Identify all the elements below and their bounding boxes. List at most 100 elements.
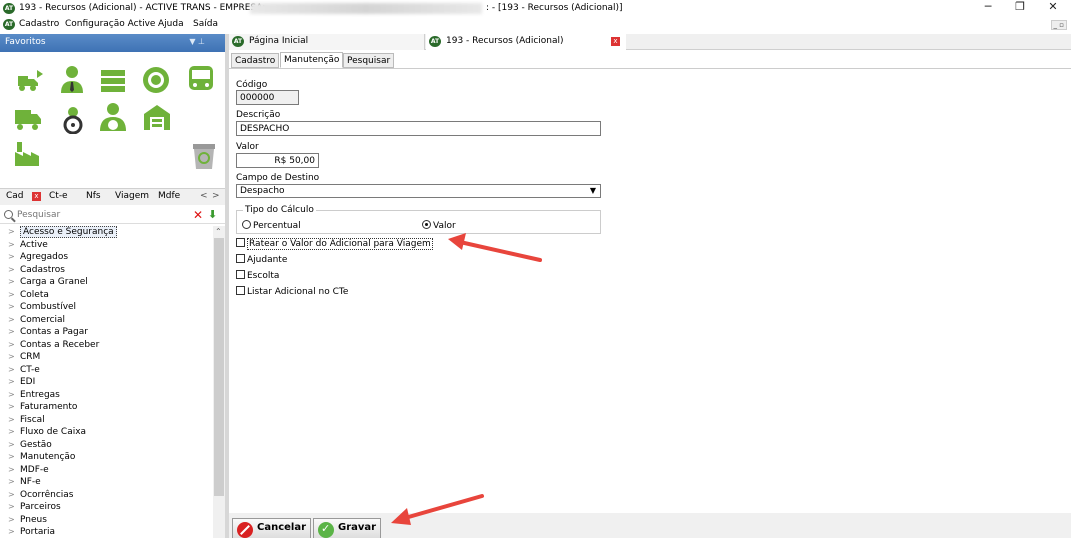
save-button[interactable]: Gravar — [313, 518, 382, 538]
tree-item[interactable]: > CT-e — [8, 364, 40, 376]
check-icon — [318, 522, 334, 538]
tree-item[interactable]: > Cadastros — [8, 264, 65, 276]
check-ratear[interactable]: Ratear o Valor do Adicional para Viagem — [236, 238, 433, 250]
favorites-header: Favoritos ▼ ⊥ — [0, 34, 225, 52]
menu-ajuda[interactable]: Ajuda — [158, 19, 184, 29]
scroll-thumb[interactable] — [214, 238, 224, 496]
close-tab-icon[interactable]: x — [611, 37, 620, 46]
radio-valor[interactable]: Valor — [422, 220, 456, 231]
check-listar-adicional[interactable]: Listar Adicional no CTe — [236, 286, 348, 297]
menu-cadastro[interactable]: Cadastro — [19, 19, 59, 29]
tree-item[interactable]: > Entregas — [8, 389, 60, 401]
tipo-calculo-group: Tipo do Cálculo Percentual Valor — [236, 205, 601, 234]
descricao-field[interactable] — [236, 121, 601, 136]
cancel-button[interactable]: Cancelar — [232, 518, 312, 538]
tree-item[interactable]: > MDF-e — [8, 464, 49, 476]
tree-item[interactable]: > Contas a Receber — [8, 339, 99, 351]
favorites-title: Favoritos — [5, 37, 46, 47]
driver-icon[interactable] — [57, 64, 87, 94]
form-area: Código Descrição Valor Campo de Destino … — [229, 68, 1071, 513]
cancel-icon — [237, 522, 253, 538]
warehouse-icon[interactable] — [142, 102, 172, 132]
recycle-bin-icon[interactable] — [189, 141, 219, 171]
tab-prev-icon[interactable]: < — [200, 191, 208, 201]
restore-button[interactable]: ❐ — [1007, 0, 1033, 14]
user-car-icon[interactable] — [98, 102, 128, 132]
menu-bar: AT Cadastro Configuração Active Ajuda Sa… — [0, 17, 1071, 33]
chevron-down-icon: ▼ — [589, 186, 596, 195]
tab-viagem[interactable]: Viagem — [115, 191, 149, 201]
tree-item[interactable]: > Active — [8, 239, 48, 251]
app-logo-icon: AT — [3, 3, 15, 14]
tree-item[interactable]: > Portaria — [8, 526, 55, 538]
valor-label: Valor — [236, 142, 259, 152]
tree-item[interactable]: > Carga a Granel — [8, 276, 88, 288]
subtab-manutencao[interactable]: Manutenção — [280, 52, 344, 68]
menu-saida[interactable]: Saída — [193, 19, 218, 29]
tab-cad-close-icon[interactable]: x — [32, 192, 41, 201]
form-footer: Cancelar Gravar — [229, 513, 1071, 538]
tree-item[interactable]: > Agregados — [8, 251, 68, 263]
tree-item[interactable]: > NF-e — [8, 476, 41, 488]
tab-cte[interactable]: Ct-e — [49, 191, 68, 201]
destino-select[interactable]: Despacho ▼ — [236, 184, 601, 198]
tree-item[interactable]: > Acesso e Segurança — [8, 226, 117, 238]
tab-label: Página Inicial — [249, 36, 309, 46]
tree-item[interactable]: > Coleta — [8, 289, 49, 301]
factory-icon[interactable] — [13, 138, 43, 168]
close-window-button[interactable]: ✕ — [1040, 0, 1066, 14]
clear-filter-icon[interactable]: ✕ — [193, 208, 203, 222]
tree-item[interactable]: > Contas a Pagar — [8, 326, 88, 338]
valor-field[interactable] — [236, 153, 319, 168]
subtab-pesquisar[interactable]: Pesquisar — [343, 53, 395, 68]
fleet-icon[interactable] — [98, 66, 128, 96]
tree-item[interactable]: > EDI — [8, 376, 35, 388]
tree-item[interactable]: > Gestão — [8, 439, 52, 451]
tree-item[interactable]: > CRM — [8, 351, 40, 363]
tab-mdfe[interactable]: Mdfe — [158, 191, 180, 201]
scroll-up-icon[interactable]: ⌃ — [215, 227, 222, 236]
menu-configuracao[interactable]: Configuração Active — [65, 19, 155, 29]
tab-label: 193 - Recursos (Adicional) — [446, 36, 564, 46]
tipo-calculo-label: Tipo do Cálculo — [243, 205, 316, 215]
redacted-company-name — [250, 3, 482, 14]
search-row: ✕ ⬇ — [0, 207, 225, 224]
left-tab-strip: Cad x Ct-e Nfs Viagem Mdfe < > — [0, 188, 225, 205]
tab-recursos-adicional[interactable]: AT 193 - Recursos (Adicional) x — [426, 34, 626, 50]
codigo-field[interactable] — [236, 90, 299, 105]
tree-item[interactable]: > Pneus — [8, 514, 47, 526]
radio-percentual[interactable]: Percentual — [242, 220, 301, 231]
tree-item[interactable]: > Ocorrências — [8, 489, 73, 501]
tab-next-icon[interactable]: > — [212, 191, 220, 201]
add-truck-icon[interactable] — [15, 66, 45, 96]
tree-item[interactable]: > Combustível — [8, 301, 76, 313]
tree-item[interactable]: > Faturamento — [8, 401, 77, 413]
window-title: 193 - Recursos (Adicional) - ACTIVE TRAN… — [19, 3, 266, 13]
wheel-icon[interactable] — [141, 65, 171, 95]
mdi-controls[interactable]: _ ▫ — [1050, 20, 1067, 30]
truck-icon[interactable] — [13, 104, 43, 134]
tree-item[interactable]: > Fiscal — [8, 414, 45, 426]
form-subtabs: Cadastro Manutenção Pesquisar — [229, 52, 1071, 68]
tab-logo-icon: AT — [429, 36, 441, 47]
tree-item[interactable]: > Manutenção — [8, 451, 75, 463]
check-escolta[interactable]: Escolta — [236, 270, 279, 281]
menu-logo-icon: AT — [3, 19, 15, 30]
subtab-cadastro[interactable]: Cadastro — [231, 53, 280, 68]
tree-item[interactable]: > Comercial — [8, 314, 65, 326]
tree-item[interactable]: > Parceiros — [8, 501, 61, 513]
descricao-label: Descrição — [236, 110, 281, 120]
check-ajudante[interactable]: Ajudante — [236, 254, 287, 265]
destino-value: Despacho — [240, 186, 285, 196]
tab-cad[interactable]: Cad — [6, 191, 24, 201]
tree-scrollbar[interactable]: ⌃ — [213, 226, 225, 538]
minimize-button[interactable]: ─ — [975, 0, 1001, 14]
tree-item[interactable]: > Fluxo de Caixa — [8, 426, 86, 438]
search-input[interactable] — [17, 209, 167, 221]
bus-icon[interactable] — [186, 64, 216, 94]
favorites-pin-icon[interactable]: ▼ ⊥ — [189, 37, 205, 46]
filter-icon[interactable]: ⬇ — [208, 208, 217, 221]
steering-wheel-icon[interactable] — [58, 104, 88, 134]
tab-nfs[interactable]: Nfs — [86, 191, 101, 201]
tab-pagina-inicial[interactable]: AT Página Inicial — [229, 34, 425, 50]
